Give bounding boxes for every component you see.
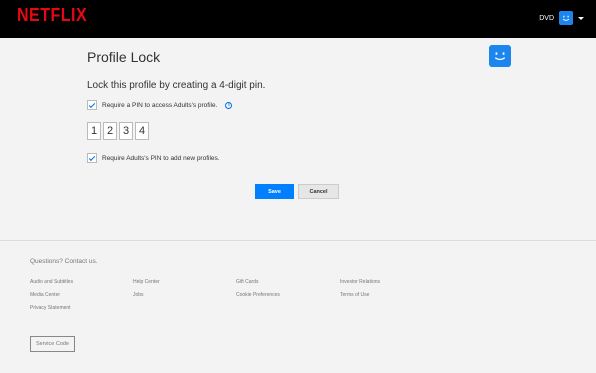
- require-pin-label: Require a PIN to access Adults's profile…: [102, 101, 218, 109]
- save-button[interactable]: Save: [255, 184, 294, 199]
- footer-link-investor-relations[interactable]: Investor Relations: [340, 279, 380, 285]
- profile-avatar-icon: [489, 45, 511, 67]
- contact-link[interactable]: Questions? Contact us.: [30, 258, 98, 265]
- new-profiles-checkbox[interactable]: [87, 153, 97, 163]
- footer-link-privacy-statement[interactable]: Privacy Statement: [30, 305, 71, 311]
- require-pin-checkbox[interactable]: [87, 100, 97, 110]
- service-code-button[interactable]: Service Code: [30, 336, 75, 352]
- smiley-avatar-icon[interactable]: [559, 11, 573, 25]
- account-menu[interactable]: DVD: [539, 11, 584, 25]
- checkmark-icon: [88, 154, 96, 161]
- cancel-button[interactable]: Cancel: [298, 184, 339, 199]
- pin-digit-input[interactable]: 2: [103, 122, 117, 140]
- page-title: Profile Lock: [87, 49, 161, 65]
- account-name[interactable]: DVD: [539, 15, 554, 22]
- footer-link-cookie-preferences[interactable]: Cookie Preferences: [236, 292, 280, 298]
- top-navigation-bar: NETFLIX DVD: [0, 0, 596, 38]
- info-icon[interactable]: i: [225, 101, 233, 109]
- new-profiles-label: Require Adults's PIN to add new profiles…: [102, 154, 220, 162]
- new-profiles-option: Require Adults's PIN to add new profiles…: [87, 153, 220, 163]
- caret-down-icon[interactable]: [578, 16, 584, 20]
- footer-link-help-center[interactable]: Help Center: [133, 279, 160, 285]
- footer-link-jobs[interactable]: Jobs: [133, 292, 144, 298]
- footer-link-audio-subtitles[interactable]: Audio and Subtitles: [30, 279, 73, 285]
- pin-instruction: Lock this profile by creating a 4-digit …: [87, 80, 266, 91]
- footer-divider: [0, 240, 596, 241]
- footer-link-terms-of-use[interactable]: Terms of Use: [340, 292, 369, 298]
- pin-digit-input[interactable]: 4: [135, 122, 149, 140]
- footer-link-gift-cards[interactable]: Gift Cards: [236, 279, 259, 285]
- footer-link-media-center[interactable]: Media Center: [30, 292, 60, 298]
- checkmark-icon: [88, 101, 96, 108]
- pin-digit-input[interactable]: 3: [119, 122, 133, 140]
- pin-digit-input[interactable]: 1: [87, 122, 101, 140]
- pin-input-group: 1 2 3 4: [87, 122, 149, 140]
- require-pin-option: Require a PIN to access Adults's profile…: [87, 100, 233, 110]
- netflix-logo[interactable]: NETFLIX: [17, 6, 87, 27]
